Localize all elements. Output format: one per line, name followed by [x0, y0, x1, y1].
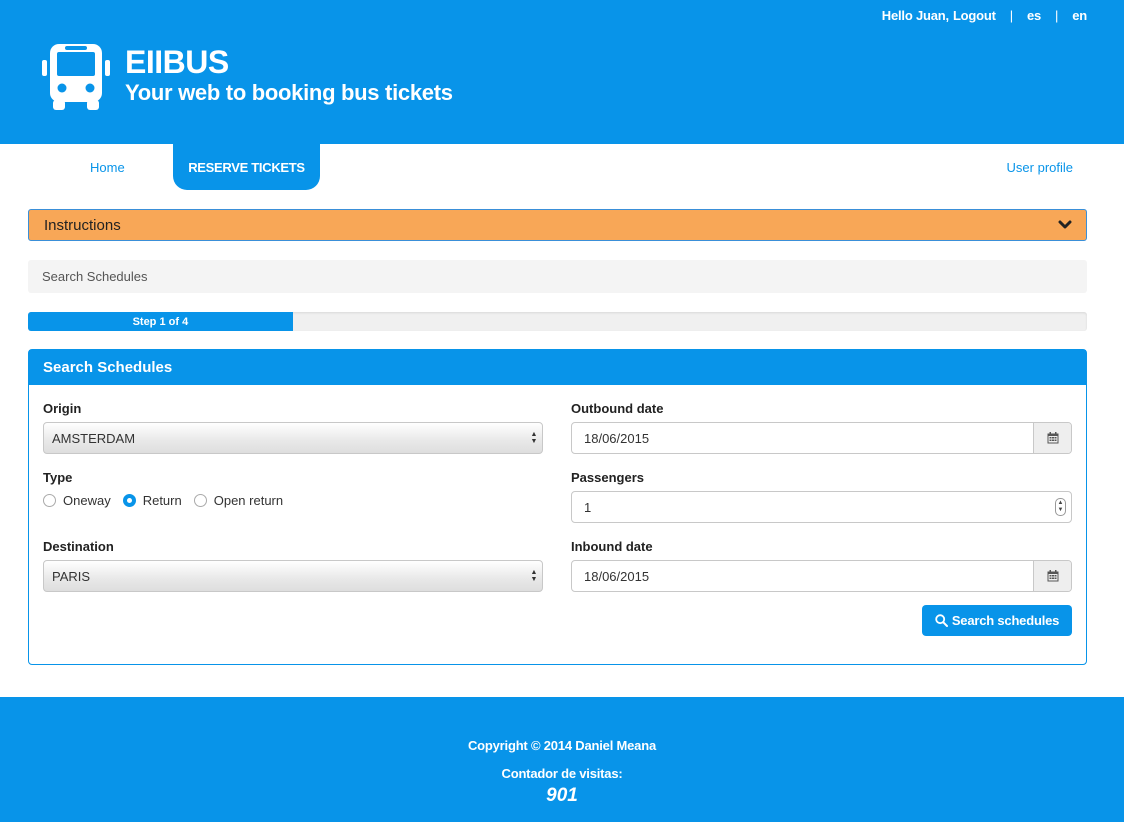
bus-icon: [42, 44, 110, 110]
type-radio-group: Oneway Return Open return: [43, 493, 295, 508]
destination-label: Destination: [43, 539, 114, 554]
visits-label: Contador de visitas:: [501, 766, 623, 781]
search-schedules-button[interactable]: Search schedules: [922, 605, 1072, 636]
brand-subtitle: Your web to booking bus tickets: [125, 80, 453, 105]
passengers-input[interactable]: 1 ▲ ▼: [571, 491, 1072, 523]
inbound-date-input[interactable]: 18/06/2015: [571, 560, 1072, 592]
type-option-oneway[interactable]: Oneway: [43, 493, 111, 508]
outbound-date-value: 18/06/2015: [584, 430, 650, 446]
passengers-label: Passengers: [571, 470, 644, 485]
nav-user-profile[interactable]: User profile: [1007, 160, 1073, 175]
select-arrows-icon: ▲ ▼: [530, 431, 538, 445]
lang-en-link[interactable]: en: [1072, 8, 1087, 23]
calendar-icon[interactable]: [1033, 561, 1071, 591]
instructions-label: Instructions: [44, 216, 121, 234]
outbound-date-label: Outbound date: [571, 401, 664, 416]
copyright-text: Copyright © 2014 Daniel Meana: [467, 738, 656, 753]
user-topbar: Hello Juan, Logout | es | en: [882, 8, 1087, 23]
origin-select[interactable]: AMSTERDAM ▲ ▼: [43, 422, 543, 454]
passengers-value: 1: [584, 499, 592, 515]
breadcrumb-current: Search Schedules: [42, 269, 148, 284]
brand-title: EIIBUS: [125, 44, 229, 80]
site-footer: Copyright © 2014 Daniel Meana Contador d…: [0, 697, 1124, 822]
search-icon: [935, 614, 948, 627]
chevron-down-icon: [1058, 220, 1072, 229]
nav-reserve-tickets[interactable]: RESERVE TICKETS: [173, 144, 320, 190]
inbound-date-value: 18/06/2015: [584, 568, 650, 584]
search-schedules-panel: Search Schedules Origin AMSTERDAM ▲ ▼ Typ…: [28, 349, 1087, 665]
visits-count: 901: [546, 785, 578, 806]
radio-label: Oneway: [63, 493, 111, 508]
radio-icon[interactable]: [193, 494, 207, 507]
origin-value: AMSTERDAM: [52, 430, 136, 446]
search-button-label: Search schedules: [951, 613, 1060, 628]
type-option-return[interactable]: Return: [122, 493, 182, 508]
stepper-icon[interactable]: ▲ ▼: [1055, 498, 1066, 516]
radio-checked-icon[interactable]: [122, 494, 136, 507]
separator: |: [1009, 8, 1013, 23]
origin-label: Origin: [43, 401, 82, 416]
panel-title: Search Schedules: [29, 350, 1086, 385]
nav-home[interactable]: Home: [90, 160, 125, 175]
instructions-toggle[interactable]: Instructions: [28, 209, 1087, 241]
type-option-open-return[interactable]: Open return: [193, 493, 284, 508]
progress-bar-fill: Step 1 of 4: [28, 312, 293, 331]
lang-es-link[interactable]: es: [1027, 8, 1041, 23]
destination-select[interactable]: PARIS ▲ ▼: [43, 560, 543, 592]
main-nav: Home RESERVE TICKETS User profile: [0, 144, 1124, 190]
greeting-text: Hello Juan,: [881, 8, 949, 23]
destination-value: PARIS: [52, 568, 91, 584]
separator: |: [1055, 8, 1059, 23]
breadcrumb: Search Schedules: [28, 260, 1087, 293]
calendar-icon[interactable]: [1033, 423, 1071, 453]
inbound-date-label: Inbound date: [571, 539, 653, 554]
site-header: Hello Juan, Logout | es | en EIIBUS Your…: [0, 0, 1124, 144]
type-label: Type: [43, 470, 73, 485]
progress-label: Step 1 of 4: [132, 315, 189, 328]
radio-icon[interactable]: [43, 494, 56, 507]
step-progress: Step 1 of 4: [28, 312, 1087, 331]
radio-label: Open return: [213, 493, 284, 508]
radio-label: Return: [142, 493, 182, 508]
logout-link[interactable]: Logout: [953, 8, 996, 23]
outbound-date-input[interactable]: 18/06/2015: [571, 422, 1072, 454]
select-arrows-icon: ▲ ▼: [530, 569, 538, 583]
